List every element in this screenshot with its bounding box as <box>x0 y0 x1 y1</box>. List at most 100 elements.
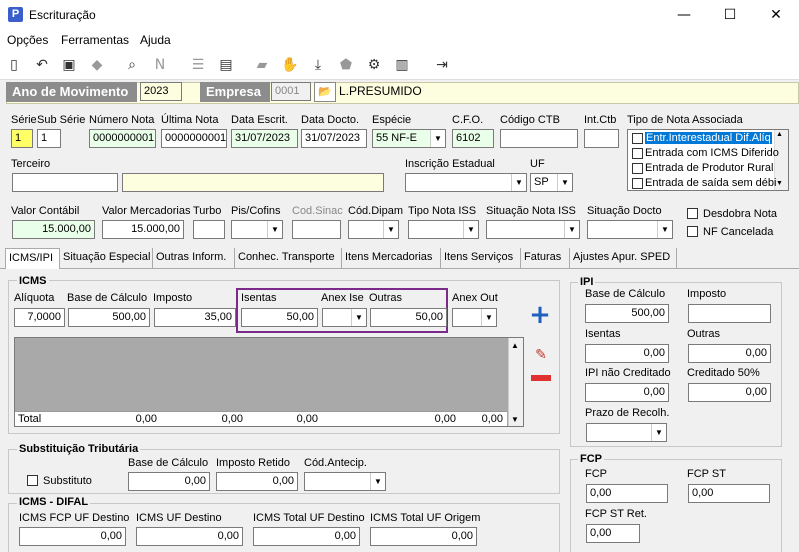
data-escrit-input[interactable]: 31/07/2023 <box>231 129 298 148</box>
turbo-input[interactable] <box>193 220 225 239</box>
serie-input[interactable]: 1 <box>11 129 33 148</box>
ipi-nao-cred-input[interactable]: 0,00 <box>585 383 669 402</box>
scroll-down-icon[interactable]: ▼ <box>776 180 783 187</box>
menu-ferramentas[interactable]: Ferramentas <box>61 33 129 47</box>
folder-open-icon[interactable]: 📂 <box>314 82 336 102</box>
tab-ajustes-sped[interactable]: Ajustes Apur. SPED <box>570 248 677 268</box>
tipo-iss-select[interactable]: ▼ <box>408 220 479 239</box>
cod-sinac-input[interactable] <box>292 220 341 239</box>
pis-cofins-select[interactable]: ▼ <box>231 220 283 239</box>
uf-dest-input[interactable]: 0,00 <box>136 527 243 546</box>
isentas-input[interactable]: 50,00 <box>241 308 318 327</box>
chevron-down-icon[interactable]: ▼ <box>651 424 666 441</box>
tipo-checkbox-3[interactable] <box>632 178 643 189</box>
shape-icon[interactable]: ⬟ <box>336 55 356 75</box>
add-icon[interactable]: + <box>528 302 552 328</box>
scroll-up-icon[interactable]: ▲ <box>511 341 519 350</box>
grid-icon[interactable]: ▥ <box>392 55 412 75</box>
tipo-item-2[interactable]: Entrada de Produtor Rural <box>645 162 773 174</box>
fcp-st-input[interactable]: 0,00 <box>688 484 770 503</box>
folder-icon[interactable]: ▰ <box>252 55 272 75</box>
subserie-input[interactable]: 1 <box>37 129 61 148</box>
stack-icon[interactable]: ▤ <box>216 55 236 75</box>
edit-icon[interactable]: ✎ <box>531 347 551 365</box>
exit-icon[interactable]: ⇥ <box>432 55 452 75</box>
aliquota-input[interactable]: 7,0000 <box>14 308 65 327</box>
scroll-down-icon[interactable]: ▼ <box>511 415 519 424</box>
fcp-input[interactable]: 0,00 <box>586 484 668 503</box>
anex-out-select[interactable]: ▼ <box>452 308 497 327</box>
chevron-down-icon[interactable]: ▼ <box>463 221 478 238</box>
imposto-input[interactable]: 35,00 <box>154 308 236 327</box>
tab-faturas[interactable]: Faturas <box>521 248 570 268</box>
outras-input[interactable]: 50,00 <box>370 308 447 327</box>
menu-ajuda[interactable]: Ajuda <box>140 33 171 47</box>
tipo-checkbox-2[interactable] <box>632 163 643 174</box>
fcp-dest-input[interactable]: 0,00 <box>19 527 126 546</box>
st-base-input[interactable]: 0,00 <box>128 472 210 491</box>
ipi-imposto-input[interactable] <box>688 304 771 323</box>
chevron-down-icon[interactable]: ▼ <box>657 221 672 238</box>
maximize-button[interactable]: ☐ <box>707 0 753 30</box>
chevron-down-icon[interactable]: ▼ <box>564 221 579 238</box>
sit-docto-select[interactable]: ▼ <box>587 220 673 239</box>
total-dest-input[interactable]: 0,00 <box>253 527 360 546</box>
prazo-select[interactable]: ▼ <box>586 423 667 442</box>
ipi-isentas-input[interactable]: 0,00 <box>585 344 669 363</box>
valor-merc-input[interactable]: 15.000,00 <box>102 220 184 239</box>
remove-icon[interactable] <box>531 375 551 381</box>
chevron-down-icon[interactable]: ▼ <box>383 221 398 238</box>
hand-icon[interactable]: ✋ <box>280 55 300 75</box>
tab-situacao-especial[interactable]: Situação Especial <box>60 248 153 268</box>
uf-select[interactable]: SP ▼ <box>530 173 573 192</box>
ipi-cred50-input[interactable]: 0,00 <box>688 383 771 402</box>
chevron-down-icon[interactable]: ▼ <box>267 221 282 238</box>
sit-iss-select[interactable]: ▼ <box>486 220 580 239</box>
chevron-down-icon[interactable]: ▼ <box>351 309 366 326</box>
cod-antecip-select[interactable]: ▼ <box>304 472 386 491</box>
especie-select[interactable]: 55 NF-E ▼ <box>372 129 446 148</box>
ipi-outras-input[interactable]: 0,00 <box>688 344 771 363</box>
ipi-base-input[interactable]: 500,00 <box>585 304 669 323</box>
calc-icon[interactable]: ⚙ <box>364 55 384 75</box>
fcp-st-ret-input[interactable]: 0,00 <box>586 524 640 543</box>
anex-ise-select[interactable]: ▼ <box>322 308 367 327</box>
nf-icon[interactable]: N <box>150 55 170 75</box>
list-icon[interactable]: ☰ <box>188 55 208 75</box>
minimize-button[interactable]: — <box>661 0 707 30</box>
ano-input[interactable]: 2023 <box>140 82 182 101</box>
chevron-down-icon[interactable]: ▼ <box>370 473 385 490</box>
tab-itens-servicos[interactable]: Itens Serviços <box>441 248 521 268</box>
new-document-icon[interactable]: ▯ <box>4 55 24 75</box>
nf-cancelada-checkbox[interactable] <box>687 226 698 237</box>
total-orig-input[interactable]: 0,00 <box>370 527 477 546</box>
st-retido-input[interactable]: 0,00 <box>216 472 298 491</box>
chevron-down-icon[interactable]: ▼ <box>557 174 572 191</box>
preview-icon[interactable]: ⌕ <box>122 55 142 75</box>
eraser-icon[interactable]: ◆ <box>87 55 107 75</box>
tipo-checkbox-1[interactable] <box>632 148 643 159</box>
data-docto-input[interactable]: 31/07/2023 <box>301 129 367 148</box>
menu-opcoes[interactable]: Opções <box>7 33 48 47</box>
chevron-down-icon[interactable]: ▼ <box>430 130 445 147</box>
tab-outras-inform[interactable]: Outras Inform. <box>153 248 235 268</box>
cfo-input[interactable]: 6102 <box>452 129 494 148</box>
tab-conhec-transporte[interactable]: Conhec. Transporte <box>235 248 342 268</box>
desdobra-checkbox[interactable] <box>687 208 698 219</box>
close-button[interactable]: ✕ <box>753 0 799 30</box>
ie-select[interactable]: ▼ <box>405 173 527 192</box>
substituto-checkbox[interactable] <box>27 475 38 486</box>
tipo-item-0[interactable]: Entr.Interestadual Dif.Alíq <box>645 132 772 144</box>
tab-icms-ipi[interactable]: ICMS/IPI <box>5 248 60 269</box>
ultima-input[interactable]: 0000000001 <box>161 129 227 148</box>
save-icon[interactable]: ▣ <box>59 55 79 75</box>
valor-contabil-input[interactable]: 15.000,00 <box>12 220 95 239</box>
terceiro-name-input[interactable] <box>122 173 384 192</box>
cod-dipam-select[interactable]: ▼ <box>348 220 399 239</box>
undo-icon[interactable]: ↶ <box>32 55 52 75</box>
scroll-up-icon[interactable]: ▲ <box>776 131 783 138</box>
tipo-item-1[interactable]: Entrada com ICMS Diferido <box>645 147 779 159</box>
empresa-code-input[interactable]: 0001 <box>271 82 311 101</box>
tipo-checkbox-0[interactable] <box>632 133 643 144</box>
intctb-input[interactable] <box>584 129 619 148</box>
